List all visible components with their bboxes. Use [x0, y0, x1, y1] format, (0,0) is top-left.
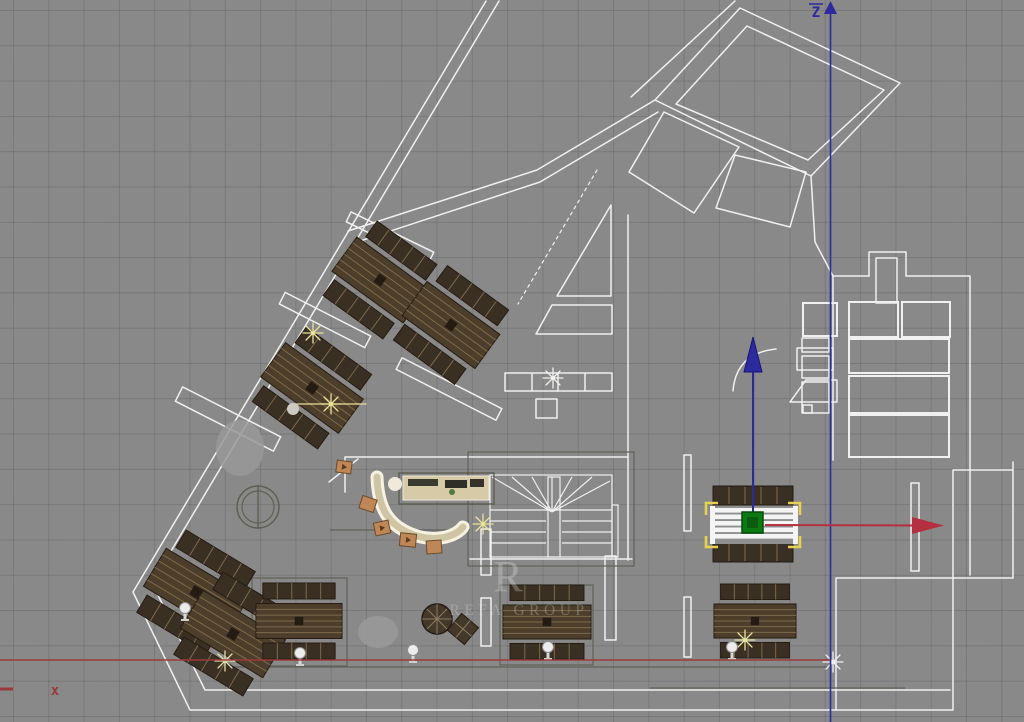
viewport-3d[interactable]: R REFA GROUP Z x [0, 0, 1024, 722]
lamp-icon[interactable] [295, 648, 306, 666]
x-axis-label: x [51, 683, 60, 699]
table-object[interactable] [246, 323, 378, 454]
light-icon[interactable] [473, 514, 493, 534]
staircase[interactable] [490, 475, 618, 557]
light-icon[interactable] [543, 368, 563, 388]
watermark-title: REFA GROUP [449, 602, 588, 619]
watermark-logo: R [493, 552, 523, 601]
round-table[interactable] [237, 485, 279, 529]
gizmo-z-arrow-icon[interactable] [744, 337, 762, 372]
light-icon[interactable] [303, 323, 323, 343]
x-ground-line: x [0, 660, 830, 699]
z-axis-label: Z [812, 5, 820, 21]
light-icon[interactable] [215, 651, 235, 671]
z-axis-arrow-icon [824, 1, 837, 14]
light-icon[interactable] [823, 652, 843, 672]
bar-counter[interactable] [336, 460, 494, 554]
gizmo-x-arrow-icon[interactable] [912, 517, 944, 534]
